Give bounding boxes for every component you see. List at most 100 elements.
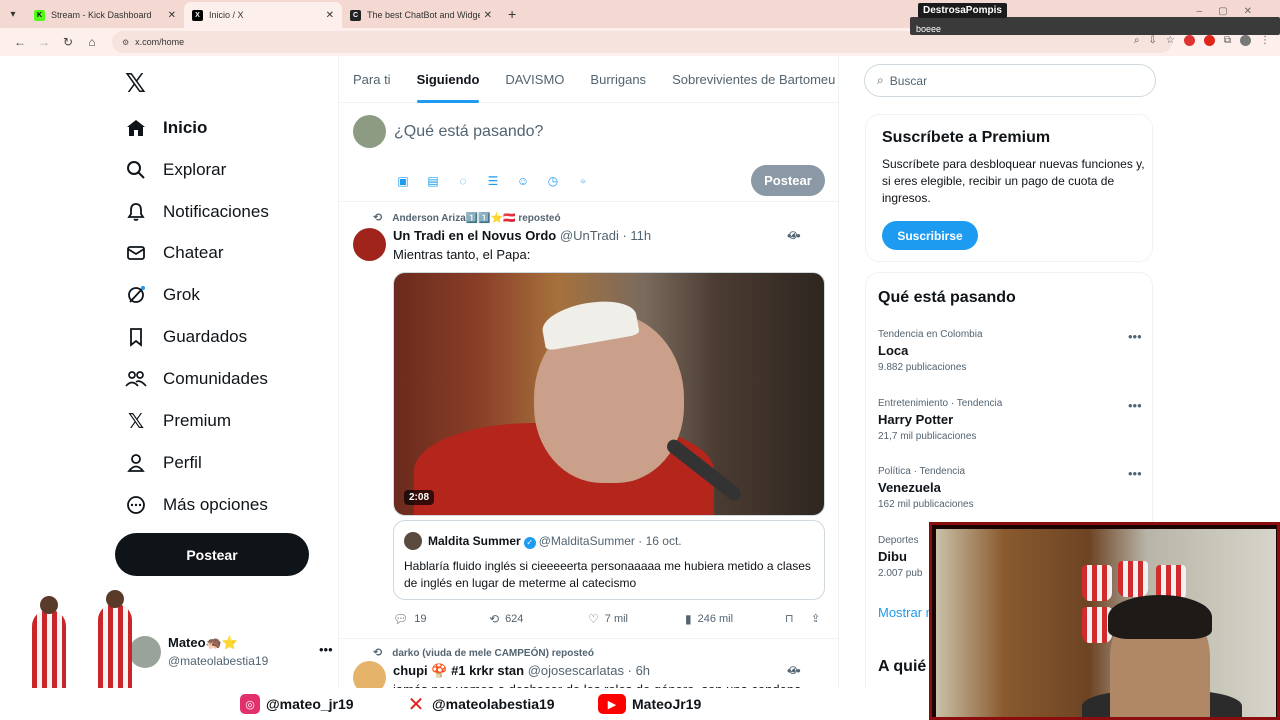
grok-icon[interactable]: ◌ [455,173,471,189]
nav-item-notifications[interactable]: Notificaciones [125,194,269,230]
nav-item-chat[interactable]: Chatear [125,235,223,271]
tweet-video[interactable]: 2:08 [393,272,825,516]
zoom-icon[interactable]: ⌕ [1134,35,1140,46]
author-handle[interactable]: @ojosescarlatas [528,663,624,678]
profile-avatar-icon[interactable] [1240,35,1251,46]
trend-item[interactable]: Tendencia en Colombia Loca 9.882 publica… [878,329,1148,385]
social-youtube: ▶ MateoJr19 [598,694,701,714]
nav-item-more[interactable]: Más opciones [125,487,268,523]
stream-chat-message: boeee [910,17,1280,35]
gif-icon[interactable]: ▤ [425,173,441,189]
tweet-time[interactable]: · 6h [628,663,650,678]
premium-card: Suscríbete a Premium Suscríbete para des… [865,114,1153,262]
jersey-image [1118,561,1148,597]
trend-context: Tendencia en Colombia [878,329,983,340]
repost-button[interactable]: ⟲ 624 [489,612,523,626]
quote-text: Hablaría fluido inglés si cieeeeerta per… [404,559,811,590]
star-bookmark-icon[interactable]: ☆ [1166,35,1175,46]
quoted-tweet[interactable]: Maldita Summer ✓ @MalditaSummer · 16 oct. … [393,520,825,600]
tab-siguiendo[interactable]: Siguiendo [416,56,479,103]
nav-label: Explorar [163,160,227,179]
trends-title: Qué está pasando [878,289,1016,306]
composer-input[interactable]: ¿Qué está pasando? [394,123,543,141]
extensions-icon[interactable]: ⧉ [1224,35,1231,46]
image-icon[interactable]: ▣ [395,173,411,189]
account-switcher[interactable]: Mateo🦔⭐ @mateolabestia19 ••• [129,628,333,676]
nav-item-grok[interactable]: Grok [125,277,200,313]
show-more-link[interactable]: Mostrar m [878,605,937,620]
install-icon[interactable]: ⇩ [1149,35,1157,46]
home-page-icon[interactable]: ⌂ [80,35,104,49]
close-tab-icon[interactable]: ✕ [168,10,176,21]
more-horizontal-icon[interactable]: ••• [1128,398,1142,413]
browser-menu-icon[interactable]: ⋮ [1260,35,1270,46]
author-handle[interactable]: @UnTradi [560,228,619,243]
site-info-icon[interactable]: ⚙ [122,38,129,47]
trend-topic: Venezuela [878,480,941,495]
avatar [353,115,386,148]
x-logo-icon[interactable]: 𝕏 [125,68,146,99]
avatar[interactable] [353,228,386,261]
share-icon[interactable]: ⇪ [811,612,820,625]
more-horizontal-icon[interactable]: ••• [787,663,801,678]
more-horizontal-icon[interactable]: ••• [787,228,801,243]
extension-icon[interactable] [1183,35,1195,46]
opera-icon[interactable] [1203,35,1215,46]
trend-item[interactable]: Entretenimiento · Tendencia Harry Potter… [878,398,1148,454]
views-button[interactable]: ▮ 246 mil [685,612,733,626]
close-tab-icon[interactable]: ✕ [326,10,334,21]
reply-button[interactable]: 💬︎ 19 [393,612,426,626]
trend-topic: Harry Potter [878,412,954,427]
webcam-overlay [929,522,1280,720]
streamer-hair [1108,595,1212,639]
trend-posts: 9.882 publicaciones [878,362,967,373]
tweet-time[interactable]: · 11h [622,228,651,243]
window-controls[interactable]: –▢✕ [1197,6,1268,17]
verified-badge-icon: ✓ [523,537,536,549]
nav-item-communities[interactable]: Comunidades [125,361,268,397]
browser-tab-x[interactable]: X Inicio / X ✕ [184,2,342,28]
bookmark-icon[interactable]: ⊓ [785,612,794,625]
tab-davismo[interactable]: DAVISMO [505,56,564,103]
forward-icon[interactable]: → [32,35,56,49]
schedule-icon[interactable]: ◷ [545,173,561,189]
premium-description: Suscríbete para desbloquear nuevas funci… [882,157,1145,205]
author-name[interactable]: Un Tradi en el Novus Ordo [393,228,556,243]
tab-title: Inicio / X [209,10,244,20]
trend-item[interactable]: Política · Tendencia Venezuela 162 mil p… [878,466,1148,522]
author-name[interactable]: chupi 🍄 #1 krkr stan [393,663,524,678]
post-button[interactable]: Postear [115,533,309,576]
subscribe-button[interactable]: Suscribirse [882,221,978,250]
reply-count: 19 [414,613,427,625]
tab-sobrevivientes[interactable]: Sobrevivientes de Bartomeu [672,56,835,103]
back-icon[interactable]: ← [8,35,32,49]
emoji-icon[interactable]: ☺ [515,173,531,189]
location-icon[interactable]: ⌖ [575,173,591,189]
close-tab-icon[interactable]: ✕ [484,10,492,21]
more-horizontal-icon[interactable]: ••• [1128,466,1142,481]
more-horizontal-icon[interactable]: ••• [1128,329,1142,344]
browser-tab-kick[interactable]: K Stream - Kick Dashboard ✕ [26,2,184,28]
nav-item-home[interactable]: Inicio [125,110,207,146]
views-icon: ▮ [685,612,692,626]
composer-post-button[interactable]: Postear [751,165,825,196]
poll-icon[interactable]: ☰ [485,173,501,189]
browser-tab-chatbot[interactable]: C The best ChatBot and Widgets ✕ [342,2,500,28]
tab-burrigans[interactable]: Burrigans [590,56,646,103]
reload-icon[interactable]: ↻ [56,35,80,49]
url-text: x.com/home [135,37,185,47]
nav-item-premium[interactable]: 𝕏 Premium [125,403,231,439]
more-horizontal-icon[interactable]: ••• [319,642,333,657]
like-count: 7 mil [604,613,628,625]
like-button[interactable]: ♡ 7 mil [588,612,628,626]
tab-para-ti[interactable]: Para ti [353,56,391,103]
tab-search-dropdown[interactable]: ▾ [0,0,26,28]
chat-message-text: boeee [916,24,942,34]
nav-label: Premium [163,411,232,430]
search-input[interactable]: ⌕ Buscar [864,64,1156,97]
new-tab-icon[interactable]: + [508,6,516,22]
nav-item-profile[interactable]: Perfil [125,445,202,481]
nav-item-explore[interactable]: Explorar [125,152,226,188]
nav-item-bookmarks[interactable]: Guardados [125,319,247,355]
repost-indicator: ⟲ darko (viuda de mele CAMPEÓN) reposteó [373,646,594,659]
